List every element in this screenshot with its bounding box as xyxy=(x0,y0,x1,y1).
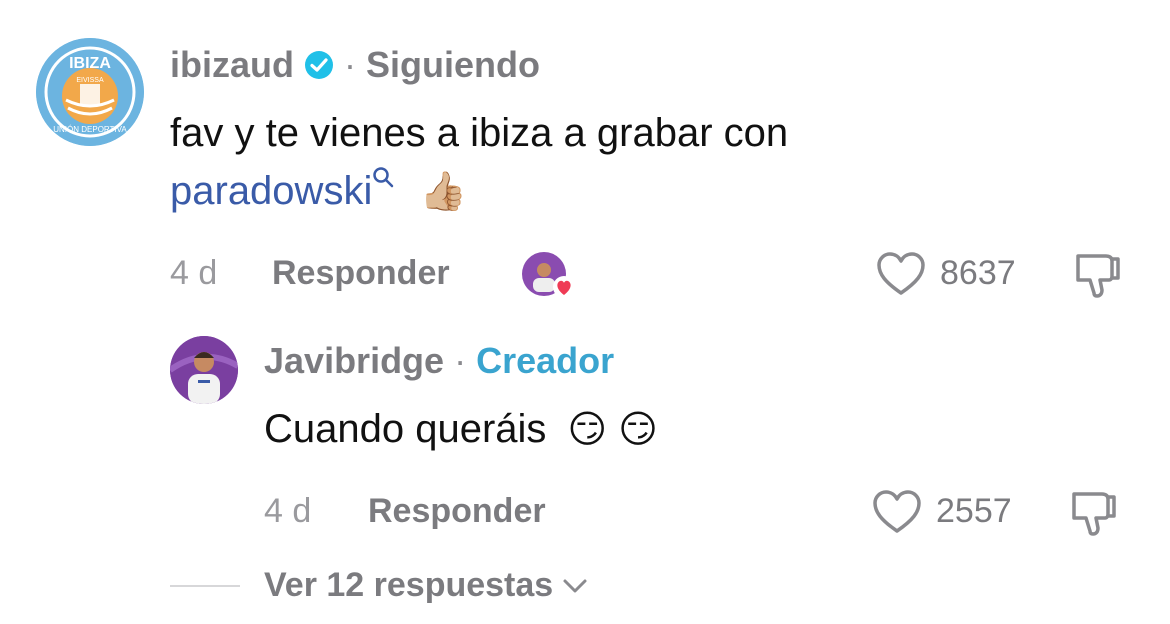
reply-text-content: Cuando queráis xyxy=(264,407,547,451)
separator-dot: · xyxy=(344,44,356,85)
avatar-ibizaud[interactable]: IBIZA EIVISSA UNIÓN DEPORTIVA xyxy=(36,38,144,146)
dislike-icon[interactable] xyxy=(1068,488,1120,538)
search-icon[interactable] xyxy=(372,166,394,188)
comment-line-2: paradowski 👍🏼 xyxy=(170,162,1070,220)
comment-text: fav y te vienes a ibiza a grabar con par… xyxy=(170,104,1070,220)
divider-line xyxy=(170,585,240,587)
username[interactable]: ibizaud xyxy=(170,44,294,86)
avatar-image xyxy=(170,336,238,404)
view-more-replies[interactable]: Ver 12 respuestas xyxy=(264,566,589,605)
separator-dot: · xyxy=(454,340,467,381)
creator-avatar-mini xyxy=(522,252,575,298)
reply-text: Cuando queráis 😏 😏 xyxy=(264,400,658,458)
view-more-label: Ver 12 respuestas xyxy=(264,566,554,604)
comment-header: ibizaud · Siguiendo xyxy=(170,44,540,86)
reply-header: Javibridge · Creador xyxy=(264,340,614,382)
creator-liked-badge xyxy=(520,250,576,300)
heart-icon[interactable] xyxy=(872,489,922,535)
crest-logo: IBIZA EIVISSA UNIÓN DEPORTIVA xyxy=(36,38,144,146)
comment-time: 4 d xyxy=(170,254,218,292)
reply-username[interactable]: Javibridge xyxy=(264,340,444,382)
smirk-emoji: 😏 xyxy=(567,407,608,451)
reply-reply-button[interactable]: Responder xyxy=(368,492,546,531)
thumbs-up-emoji: 👍🏼 xyxy=(419,169,467,213)
follow-status: Siguiendo xyxy=(366,44,540,85)
chevron-down-icon xyxy=(563,579,587,592)
reply-button[interactable]: Responder xyxy=(272,254,450,293)
heart-icon[interactable] xyxy=(876,251,926,297)
creator-tag: Creador xyxy=(476,340,615,381)
avatar-javibridge[interactable] xyxy=(170,336,238,404)
svg-text:EIVISSA: EIVISSA xyxy=(76,77,104,84)
svg-text:IBIZA: IBIZA xyxy=(69,55,111,72)
reply-like-count: 2557 xyxy=(936,492,1012,530)
comment-line-1: fav y te vienes a ibiza a grabar con xyxy=(170,111,789,155)
dislike-icon[interactable] xyxy=(1072,250,1124,300)
mention-link[interactable]: paradowski xyxy=(170,169,372,213)
svg-text:UNIÓN DEPORTIVA: UNIÓN DEPORTIVA xyxy=(53,125,127,134)
verified-icon xyxy=(305,51,333,79)
reply-time: 4 d xyxy=(264,492,312,530)
like-count: 8637 xyxy=(940,254,1016,292)
smirk-emoji: 😏 xyxy=(618,407,658,451)
